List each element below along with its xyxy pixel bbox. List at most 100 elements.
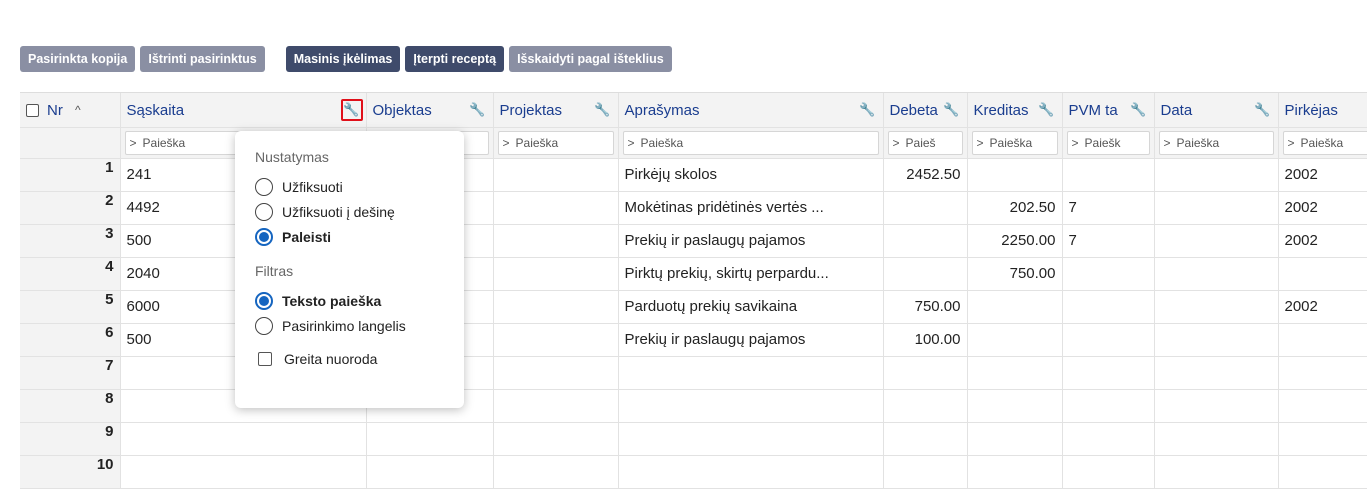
cell-data[interactable] (1154, 224, 1279, 258)
cell-kreditas[interactable]: 2250.00 (967, 224, 1063, 258)
cell-pvm[interactable] (1062, 455, 1155, 489)
cell-saskaita[interactable] (120, 422, 367, 456)
cell-kreditas[interactable] (967, 422, 1063, 456)
wrench-icon[interactable]: 🔧 (594, 101, 612, 119)
table-row[interactable]: 10 (20, 455, 1367, 489)
cell-aprasymas[interactable]: Pirktų prekių, skirtų perpardu... (618, 257, 884, 291)
split-by-resources-button[interactable]: Išskaidyti pagal išteklius (509, 46, 672, 72)
cell-data[interactable] (1154, 455, 1279, 489)
radio-text-search[interactable] (255, 291, 273, 310)
cell-debetas[interactable] (883, 422, 968, 456)
cell-debetas[interactable]: 2452.50 (883, 158, 968, 192)
column-header-data[interactable]: Data 🔧 (1154, 93, 1279, 128)
cell-debetas[interactable] (883, 389, 968, 423)
filter-input-debetas[interactable]: > Paieš (887, 130, 963, 155)
cell-pvm[interactable]: 7 (1062, 191, 1155, 225)
option-release[interactable]: Paleisti (255, 224, 444, 249)
wrench-icon[interactable]: 🔧 (943, 101, 961, 119)
cell-aprasymas[interactable] (618, 356, 884, 390)
cell-pirkejas[interactable] (1278, 356, 1367, 390)
option-quick-link[interactable]: Greita nuoroda (255, 346, 444, 371)
column-header-projektas[interactable]: Projektas 🔧 (493, 93, 619, 128)
cell-kreditas[interactable] (967, 290, 1063, 324)
radio-freeze-right[interactable] (255, 202, 273, 221)
cell-aprasymas[interactable]: Prekių ir paslaugų pajamos (618, 224, 884, 258)
cell-aprasymas[interactable] (618, 389, 884, 423)
column-header-saskaita[interactable]: Sąskaita 🔧 (120, 93, 367, 128)
wrench-icon[interactable]: 🔧 (469, 101, 487, 119)
cell-projektas[interactable] (493, 323, 619, 357)
filter-input-aprasymas[interactable]: > Paieška (622, 130, 879, 155)
cell-pirkejas[interactable] (1278, 323, 1367, 357)
cell-pirkejas[interactable] (1278, 455, 1367, 489)
filter-input-pvm[interactable]: > Paiešk (1066, 130, 1150, 155)
cell-debetas[interactable] (883, 455, 968, 489)
chevron-right-icon[interactable]: > (628, 136, 635, 150)
cell-kreditas[interactable] (967, 323, 1063, 357)
option-text-search[interactable]: Teksto paieška (255, 288, 444, 313)
cell-aprasymas[interactable] (618, 422, 884, 456)
column-header-pvm[interactable]: PVM ta 🔧 (1062, 93, 1155, 128)
option-freeze-right[interactable]: Užfiksuoti į dešinę (255, 199, 444, 224)
cell-projektas[interactable] (493, 257, 619, 291)
wrench-icon[interactable]: 🔧 (859, 101, 877, 119)
table-row[interactable]: 1 241 Pirkėjų skolos 2452.50 2002 (20, 158, 1367, 192)
cell-objektas[interactable] (366, 455, 494, 489)
cell-pvm[interactable] (1062, 257, 1155, 291)
cell-kreditas[interactable] (967, 356, 1063, 390)
wrench-icon[interactable]: 🔧 (340, 99, 363, 121)
column-header-nr[interactable]: Nr ^ (20, 93, 121, 128)
radio-release[interactable] (255, 227, 273, 246)
cell-data[interactable] (1154, 158, 1279, 192)
table-row[interactable]: 2 4492 Mokėtinas pridėtinės vertės ... 202.… (20, 191, 1367, 225)
chevron-right-icon[interactable]: > (893, 136, 900, 150)
option-selection-box[interactable]: Pasirinkimo langelis (255, 313, 444, 338)
cell-debetas[interactable] (883, 224, 968, 258)
row-number[interactable]: 4 (20, 257, 121, 291)
row-number[interactable]: 7 (20, 356, 121, 390)
cell-data[interactable] (1154, 191, 1279, 225)
selected-copy-button[interactable]: Pasirinkta kopija (20, 46, 136, 72)
delete-selected-button[interactable]: Ištrinti pasirinktus (140, 46, 265, 72)
cell-pirkejas[interactable] (1278, 389, 1367, 423)
cell-pvm[interactable] (1062, 158, 1155, 192)
radio-freeze[interactable] (255, 177, 273, 196)
cell-kreditas[interactable] (967, 158, 1063, 192)
chevron-right-icon[interactable]: > (1288, 136, 1295, 150)
cell-debetas[interactable] (883, 191, 968, 225)
chevron-right-icon[interactable]: > (1072, 136, 1079, 150)
table-row[interactable]: 5 6000 Parduotų prekių savikaina 750.00 2002 (20, 290, 1367, 324)
cell-objektas[interactable] (366, 422, 494, 456)
cell-pvm[interactable]: 7 (1062, 224, 1155, 258)
option-freeze[interactable]: Užfiksuoti (255, 174, 444, 199)
radio-selection-box[interactable] (255, 316, 273, 335)
cell-kreditas[interactable]: 750.00 (967, 257, 1063, 291)
cell-aprasymas[interactable]: Prekių ir paslaugų pajamos (618, 323, 884, 357)
cell-data[interactable] (1154, 257, 1279, 291)
cell-pirkejas[interactable]: 2002 (1278, 191, 1367, 225)
table-row[interactable]: 6 500 Prekių ir paslaugų pajamos 100.00 (20, 323, 1367, 357)
cell-pvm[interactable] (1062, 422, 1155, 456)
cell-data[interactable] (1154, 422, 1279, 456)
cell-data[interactable] (1154, 389, 1279, 423)
row-number[interactable]: 6 (20, 323, 121, 357)
column-header-objektas[interactable]: Objektas 🔧 (366, 93, 494, 128)
filter-input-data[interactable]: > Paieška (1158, 130, 1274, 155)
sort-ascending-icon[interactable]: ^ (75, 103, 81, 117)
quick-link-checkbox[interactable] (258, 351, 272, 366)
cell-pirkejas[interactable] (1278, 422, 1367, 456)
table-row[interactable]: 8 (20, 389, 1367, 423)
cell-data[interactable] (1154, 356, 1279, 390)
column-header-debetas[interactable]: Debeta 🔧 (883, 93, 968, 128)
cell-pvm[interactable] (1062, 389, 1155, 423)
cell-projektas[interactable] (493, 422, 619, 456)
cell-saskaita[interactable] (120, 455, 367, 489)
row-number[interactable]: 5 (20, 290, 121, 324)
wrench-icon[interactable]: 🔧 (1254, 101, 1272, 119)
chevron-right-icon[interactable]: > (1164, 136, 1171, 150)
table-row[interactable]: 3 500 Prekių ir paslaugų pajamos 2250.00 7 20… (20, 224, 1367, 258)
cell-kreditas[interactable] (967, 389, 1063, 423)
table-row[interactable]: 9 (20, 422, 1367, 456)
cell-kreditas[interactable] (967, 455, 1063, 489)
select-all-checkbox[interactable] (26, 103, 39, 117)
